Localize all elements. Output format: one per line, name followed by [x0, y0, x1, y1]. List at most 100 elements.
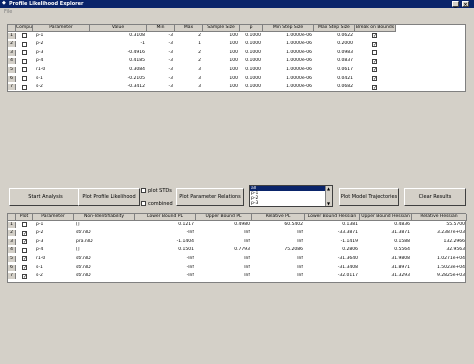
min-step-cell[interactable]: 1.0000e-06: [263, 67, 312, 73]
max-step-cell[interactable]: 0.0983: [314, 50, 353, 56]
relative-pl-cell[interactable]: Inf: [252, 273, 303, 279]
max-step-cell[interactable]: 0.2000: [314, 41, 353, 47]
compute-checkbox[interactable]: [22, 84, 27, 90]
relative-hessian-cell[interactable]: 132.2966: [412, 239, 465, 245]
lower-bound-pl-cell[interactable]: -Inf: [135, 265, 194, 271]
break-on-bounds-checkbox[interactable]: ✓: [372, 58, 377, 64]
plot-model-trajectories-button[interactable]: Plot Model Trajectories: [339, 188, 399, 206]
lower-bound-pl-cell[interactable]: -1.1404: [135, 239, 194, 245]
sample-size-cell[interactable]: 100: [203, 67, 238, 73]
non-identifiability-cell[interactable]: str.nID: [76, 230, 135, 236]
upper-bound-pl-cell[interactable]: Inf: [196, 273, 250, 279]
p-cell[interactable]: 0.1000: [240, 76, 261, 82]
upper-bound-hessian-cell[interactable]: 31.8971: [360, 265, 410, 271]
upper-bound-pl-cell[interactable]: 0.4980: [196, 222, 250, 228]
lower-bound-pl-cell[interactable]: -Inf: [135, 273, 194, 279]
p-cell[interactable]: 0.1000: [240, 50, 261, 56]
upper-bound-hessian-cell[interactable]: 31.3871: [360, 230, 410, 236]
listbox-scrollbar[interactable]: ▲ ▼: [325, 186, 332, 206]
sample-size-cell[interactable]: 100: [203, 50, 238, 56]
plot-parameter-relations-button[interactable]: Plot Parameter Relations: [176, 188, 244, 206]
lower-bound-pl-cell[interactable]: 0.1501: [135, 247, 194, 253]
compute-checkbox[interactable]: [22, 67, 27, 73]
value-cell[interactable]: -0.2105: [90, 76, 145, 82]
max-step-cell[interactable]: 0.0421: [314, 76, 353, 82]
relative-pl-cell[interactable]: Inf: [252, 256, 303, 262]
non-identifiability-cell[interactable]: []: [76, 247, 135, 253]
max-cell[interactable]: 1: [175, 41, 201, 47]
relative-pl-cell[interactable]: 60.5402: [252, 222, 303, 228]
break-on-bounds-checkbox[interactable]: ✓: [372, 33, 377, 39]
max-cell[interactable]: 2: [175, 58, 201, 64]
p-cell[interactable]: 0.1000: [240, 58, 261, 64]
max-cell[interactable]: 3: [175, 84, 201, 90]
plot-checkbox[interactable]: [22, 222, 27, 227]
clear-results-button[interactable]: Clear Results: [404, 188, 466, 206]
value-cell[interactable]: 0.3108: [90, 33, 145, 39]
break-on-bounds-checkbox[interactable]: [372, 50, 377, 56]
lower-bound-hessian-cell[interactable]: -1.1419: [305, 239, 358, 245]
minimize-button[interactable]: _: [452, 1, 459, 8]
upper-bound-pl-cell[interactable]: Inf: [196, 230, 250, 236]
max-cell[interactable]: 3: [175, 76, 201, 82]
parameter-name[interactable]: p-3: [36, 50, 90, 56]
min-cell[interactable]: -3: [147, 33, 174, 39]
parameter-name[interactable]: s-2: [36, 273, 74, 279]
parameter-name[interactable]: p-1: [36, 33, 90, 39]
parameter-name[interactable]: p-3: [36, 239, 74, 245]
max-cell[interactable]: 3: [175, 67, 201, 73]
non-identifiability-cell[interactable]: str.nID: [76, 256, 135, 262]
plot-checkbox[interactable]: ✓: [22, 256, 27, 262]
sample-size-cell[interactable]: 100: [203, 41, 238, 47]
lower-bound-hessian-cell[interactable]: -32.0117: [305, 273, 358, 279]
max-cell[interactable]: 2: [175, 33, 201, 39]
plot-checkbox[interactable]: ✓: [22, 265, 27, 271]
value-cell[interactable]: -1: [90, 41, 146, 47]
non-identifiability-cell[interactable]: str.nID: [76, 273, 135, 279]
compute-checkbox[interactable]: [22, 41, 27, 47]
parameter-name[interactable]: s-1: [36, 265, 74, 271]
sample-size-cell[interactable]: 100: [203, 58, 238, 64]
min-cell[interactable]: -3: [147, 84, 174, 90]
lower-bound-hessian-cell[interactable]: -33.3871: [305, 230, 358, 236]
relative-hessian-cell[interactable]: 55.5700: [412, 222, 465, 228]
non-identifiability-cell[interactable]: []: [76, 222, 135, 228]
value-cell[interactable]: 0.3084: [90, 67, 145, 73]
min-step-cell[interactable]: 1.0000e-06: [263, 58, 312, 64]
relative-hessian-cell[interactable]: 9.2825e+03: [412, 273, 465, 279]
parameter-name[interactable]: s-2: [36, 84, 90, 90]
min-step-cell[interactable]: 1.0000e-06: [263, 41, 312, 47]
break-on-bounds-checkbox[interactable]: ✓: [372, 84, 377, 90]
sample-size-cell[interactable]: 100: [203, 84, 238, 90]
relative-hessian-cell[interactable]: 3.2387e+03: [412, 230, 465, 236]
value-cell[interactable]: 0.4185: [90, 58, 145, 64]
upper-bound-hessian-cell[interactable]: 0.1588: [360, 239, 410, 245]
combined-box[interactable]: [141, 201, 146, 206]
max-cell[interactable]: 2: [175, 50, 201, 56]
plot-stds-checkbox[interactable]: plot STDs: [141, 188, 172, 194]
relative-pl-cell[interactable]: 75.2086: [252, 247, 303, 253]
min-step-cell[interactable]: 1.0000e-06: [263, 76, 312, 82]
max-step-cell[interactable]: 0.0682: [314, 84, 353, 90]
upper-bound-pl-cell[interactable]: Inf: [196, 256, 250, 262]
lower-bound-pl-cell[interactable]: 0.1217: [135, 222, 194, 228]
close-button[interactable]: ×: [462, 1, 469, 8]
menu-file[interactable]: File: [4, 9, 12, 15]
max-step-cell[interactable]: 0.0617: [314, 67, 353, 73]
value-cell[interactable]: -0.3412: [90, 84, 145, 90]
p-cell[interactable]: 0.1000: [240, 41, 261, 47]
lower-bound-hessian-cell[interactable]: 0.1381: [305, 222, 358, 228]
relative-pl-cell[interactable]: Inf: [252, 265, 303, 271]
upper-bound-pl-cell[interactable]: 0.7793: [196, 247, 250, 253]
parameter-listbox[interactable]: all p-1 p-2 p-3 ▲ ▼: [249, 185, 333, 207]
non-identifiability-cell[interactable]: str.nID: [76, 265, 135, 271]
plot-stds-box[interactable]: [141, 188, 146, 193]
combined-checkbox[interactable]: combined: [141, 201, 173, 207]
max-step-cell[interactable]: 0.0837: [314, 58, 353, 64]
max-step-cell[interactable]: 0.0622: [314, 33, 353, 39]
start-analysis-button[interactable]: Start Analysis: [9, 188, 82, 206]
p-cell[interactable]: 0.1000: [240, 84, 261, 90]
parameter-name[interactable]: p-2: [36, 41, 90, 47]
parameter-name[interactable]: r1-0: [36, 67, 90, 73]
non-identifiability-cell[interactable]: pra.nID: [76, 239, 135, 245]
